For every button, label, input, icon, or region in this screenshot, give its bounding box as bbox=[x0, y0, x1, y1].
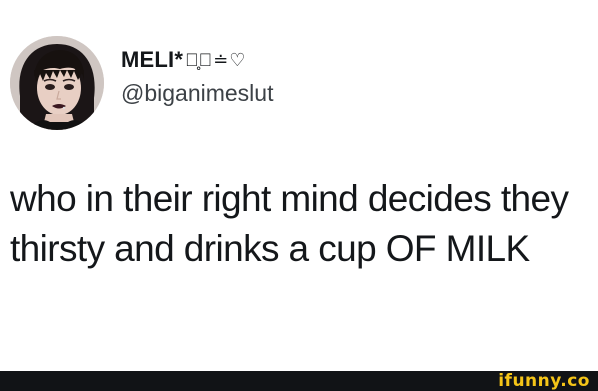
display-name[interactable]: MELI* bbox=[121, 47, 183, 73]
ifunny-watermark: ifunny.co bbox=[498, 371, 590, 391]
avatar[interactable] bbox=[10, 36, 104, 130]
tweet-text: who in their right mind decides they thi… bbox=[10, 178, 569, 269]
display-name-row[interactable]: MELI* ⋆̥ᩱ≐♡ bbox=[121, 45, 246, 75]
watermark-bar: ifunny.co bbox=[0, 371, 598, 391]
user-handle[interactable]: @biganimeslut bbox=[121, 80, 273, 107]
tweet-card: MELI* ⋆̥ᩱ≐♡ @biganimeslut who in their r… bbox=[0, 0, 598, 371]
profile-photo-icon bbox=[10, 36, 104, 130]
display-name-decoration: ⋆̥ᩱ≐♡ bbox=[185, 49, 247, 70]
